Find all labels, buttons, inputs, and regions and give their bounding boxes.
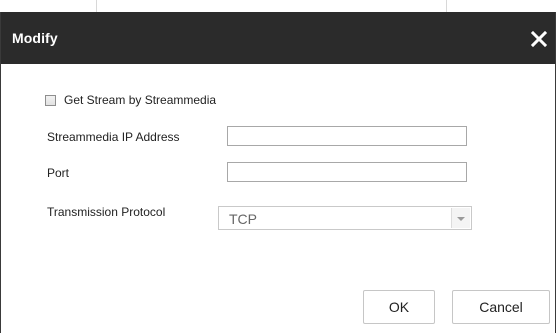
dialog-titlebar: Modify [1,12,555,64]
ip-address-label: Streammedia IP Address [47,130,180,144]
ok-button[interactable]: OK [363,290,435,324]
cancel-button[interactable]: Cancel [452,290,550,324]
ip-address-input[interactable] [227,126,467,146]
chevron-down-icon[interactable] [451,208,470,228]
transmission-protocol-value: TCP [229,211,257,227]
stream-by-streammedia-row: Get Stream by Streammedia [45,92,216,108]
port-label: Port [47,166,70,180]
dialog-title: Modify [12,30,58,46]
modify-dialog: Modify Get Stream by Streammedia Streamm… [0,12,556,333]
port-input[interactable] [227,162,467,182]
get-stream-checkbox[interactable] [45,94,56,106]
get-stream-checkbox-label: Get Stream by Streammedia [64,93,217,107]
background-divider [96,0,97,12]
close-icon[interactable] [529,29,549,49]
background-divider [446,0,447,12]
transmission-protocol-select[interactable]: TCP [218,206,472,230]
transmission-protocol-label: Transmission Protocol [47,205,166,219]
background-strip [0,0,556,12]
